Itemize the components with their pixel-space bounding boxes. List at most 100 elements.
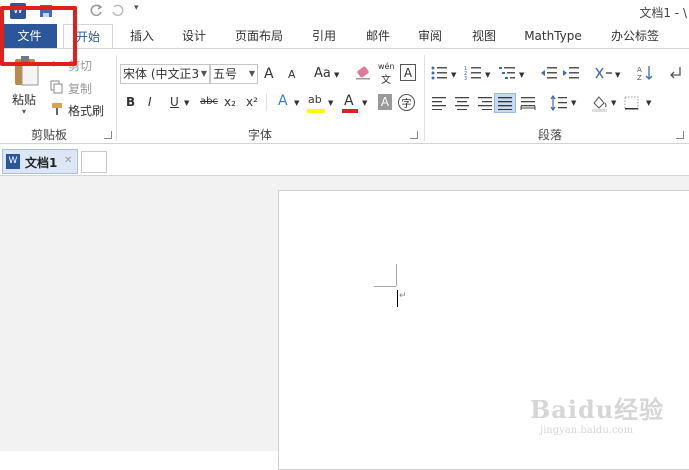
tab-view[interactable]: 视图 <box>462 24 506 48</box>
line-spacing-icon[interactable] <box>550 95 568 111</box>
watermark: Baidu经验 jingyan.baidu.com <box>530 390 664 436</box>
phonetic-guide-char: 文 <box>381 75 391 86</box>
document-tab-label: 文档1 <box>25 156 58 170</box>
undo-icon[interactable] <box>88 3 104 19</box>
sort-icon[interactable]: AZ <box>636 64 654 82</box>
font-size-combo[interactable]: 五号 ▼ <box>210 64 258 84</box>
chevron-down-icon[interactable]: ▼ <box>184 99 189 107</box>
align-left-icon[interactable] <box>432 96 448 110</box>
chevron-down-icon[interactable]: ▼ <box>646 99 651 107</box>
character-border-button[interactable]: A <box>400 64 416 81</box>
paragraph-launcher-icon[interactable] <box>676 131 684 139</box>
align-center-icon[interactable] <box>454 96 470 110</box>
borders-icon[interactable] <box>624 96 640 110</box>
tab-review[interactable]: 审阅 <box>408 24 452 48</box>
chevron-down-icon[interactable]: ▼ <box>294 99 299 107</box>
numbering-icon[interactable]: 123 <box>464 65 482 81</box>
distributed-icon[interactable] <box>520 96 536 110</box>
font-name-combo[interactable]: 宋体 (中文正3 ▼ <box>120 64 210 84</box>
chevron-down-icon[interactable]: ▼ <box>611 99 616 107</box>
tab-insert[interactable]: 插入 <box>120 24 164 48</box>
clear-formatting-icon[interactable] <box>354 65 372 81</box>
chevron-down-icon[interactable]: ▼ <box>519 71 524 79</box>
format-painter-button[interactable]: 格式刷 <box>68 102 104 119</box>
format-painter-icon[interactable] <box>50 102 64 116</box>
copy-button[interactable]: 复制 <box>68 80 92 97</box>
clipboard-launcher-icon[interactable] <box>104 131 112 139</box>
bold-button[interactable]: B <box>126 95 135 109</box>
chevron-down-icon[interactable]: ▼ <box>328 99 333 107</box>
chevron-down-icon: ▼ <box>248 69 255 78</box>
chevron-down-icon[interactable]: ▼ <box>362 99 367 107</box>
align-right-icon[interactable] <box>476 96 492 110</box>
ribbon: 粘贴 ▾ ✂ 剪切 复制 格式刷 剪贴板 宋体 (中文正3 ▼ 五号 ▼ A A… <box>0 48 689 144</box>
font-size-value: 五号 <box>213 67 238 81</box>
tab-design[interactable]: 设计 <box>172 24 216 48</box>
ribbon-tabs: 文件 开始 插入 设计 页面布局 引用 邮件 审阅 视图 MathType 办公… <box>0 24 689 50</box>
character-shading-button[interactable]: A <box>378 94 392 110</box>
highlight-button[interactable]: ab <box>308 93 322 106</box>
tab-references[interactable]: 引用 <box>302 24 346 48</box>
margin-mark <box>396 264 397 286</box>
tab-mathtype[interactable]: MathType <box>516 24 590 48</box>
font-name-value: 宋体 (中文正3 <box>123 67 200 81</box>
tab-page-layout[interactable]: 页面布局 <box>226 24 292 48</box>
font-group-label: 字体 <box>247 128 272 142</box>
word-doc-icon: W <box>6 154 20 169</box>
watermark-url: jingyan.baidu.com <box>540 425 634 436</box>
paragraph-group-label: 段落 <box>537 128 562 142</box>
document-tab[interactable]: W 文档1 ✕ <box>2 149 78 174</box>
shrink-font-button[interactable]: A <box>288 68 296 81</box>
chevron-down-icon[interactable]: ▼ <box>334 71 339 79</box>
show-marks-icon[interactable] <box>668 65 684 81</box>
superscript-button[interactable]: x² <box>246 95 258 109</box>
text-cursor <box>397 290 398 307</box>
paragraph-mark-icon: ↵ <box>399 291 407 301</box>
tab-mailings[interactable]: 邮件 <box>356 24 400 48</box>
group-divider <box>116 55 117 141</box>
italic-button[interactable]: I <box>148 95 152 109</box>
strikethrough-button[interactable]: abc <box>200 96 218 107</box>
tab-office-tab[interactable]: 办公标签 <box>600 24 670 48</box>
redo-icon[interactable] <box>110 3 126 19</box>
font-launcher-icon[interactable] <box>410 131 418 139</box>
group-divider <box>424 55 425 141</box>
customize-icon[interactable]: ▾ <box>134 3 150 19</box>
copy-icon[interactable] <box>50 80 64 94</box>
margin-mark <box>374 286 396 287</box>
chevron-down-icon[interactable]: ▼ <box>571 99 576 107</box>
multilevel-list-icon[interactable] <box>498 65 516 81</box>
svg-text:A: A <box>637 66 642 74</box>
shading-icon[interactable] <box>590 94 610 112</box>
svg-text:Z: Z <box>637 74 642 82</box>
chevron-down-icon: ▼ <box>200 69 207 78</box>
highlight-color-swatch <box>307 109 325 113</box>
underline-button[interactable]: U <box>170 95 179 109</box>
font-color-swatch <box>342 109 358 113</box>
document-title: 文档1 - \ <box>639 6 687 20</box>
bullets-icon[interactable] <box>430 65 448 81</box>
enclose-characters-button[interactable]: 字 <box>398 94 415 111</box>
new-tab-button[interactable] <box>81 151 107 173</box>
svg-text:3: 3 <box>464 76 467 81</box>
text-effects-button[interactable]: A <box>278 93 288 109</box>
watermark-brand: Baidu经验 <box>530 395 665 424</box>
justify-icon[interactable] <box>494 93 516 113</box>
paste-button-label[interactable]: 粘贴 <box>12 91 36 108</box>
title-bar: W ▾ 文档1 - \ <box>0 0 689 24</box>
paste-dropdown-icon[interactable]: ▾ <box>22 107 26 116</box>
document-tabs-bar: W 文档1 ✕ <box>0 144 689 176</box>
chevron-down-icon[interactable]: ▼ <box>485 71 490 79</box>
font-color-button[interactable]: A <box>344 93 354 109</box>
decrease-indent-icon[interactable] <box>540 65 558 81</box>
chinese-layout-icon[interactable] <box>594 65 614 81</box>
phonetic-guide-button[interactable]: wén <box>378 62 395 71</box>
increase-indent-icon[interactable] <box>562 65 580 81</box>
change-case-button[interactable]: Aa <box>314 66 331 81</box>
chevron-down-icon[interactable]: ▼ <box>451 71 456 79</box>
highlight-box <box>0 6 77 66</box>
grow-font-button[interactable]: A <box>264 66 274 82</box>
close-icon[interactable]: ✕ <box>64 155 72 166</box>
subscript-button[interactable]: x₂ <box>224 95 236 109</box>
chevron-down-icon[interactable]: ▼ <box>615 71 620 79</box>
